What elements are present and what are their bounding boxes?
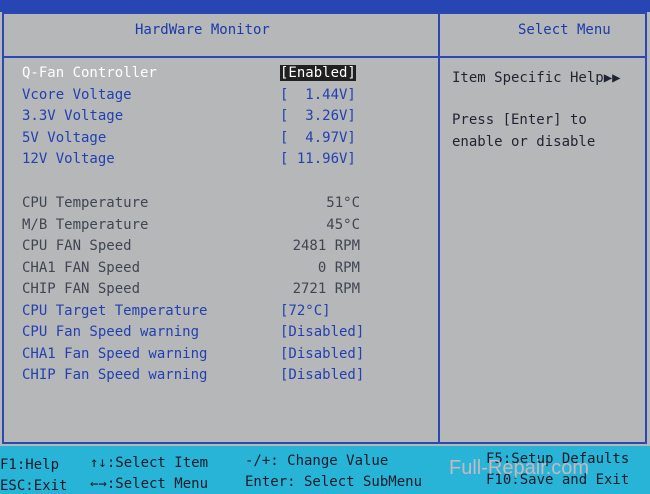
menu-item-label: 5V Voltage: [22, 130, 107, 146]
cpu-target-temp-value[interactable]: [72°C]: [280, 303, 331, 319]
reading-value: 51°C: [326, 195, 360, 211]
reading-chip-fan-speed: CHIP FAN Speed 2721 RPM: [0, 281, 438, 301]
vcore-value[interactable]: [ 1.44V]: [280, 87, 356, 103]
key-f1-help: F1:Help: [0, 457, 60, 473]
menu-item-vcore-voltage[interactable]: Vcore Voltage [ 1.44V]: [0, 87, 438, 107]
help-line-1: Press [Enter] to: [452, 112, 587, 128]
menu-item-qfan-controller[interactable]: Q-Fan Controller [Enabled]: [0, 65, 438, 85]
page-title: HardWare Monitor: [135, 22, 270, 38]
menu-item-label: CHA1 Fan Speed warning: [22, 346, 208, 362]
reading-cpu-fan-speed: CPU FAN Speed 2481 RPM: [0, 238, 438, 258]
help-panel-title: Select Menu: [518, 22, 611, 38]
key-select-submenu: Enter: Select SubMenu: [245, 474, 423, 490]
menu-item-label: Vcore Voltage: [22, 87, 132, 103]
menu-item-3v3-voltage[interactable]: 3.3V Voltage [ 3.26V]: [0, 108, 438, 128]
menu-item-label: CHIP Fan Speed warning: [22, 367, 208, 383]
menu-item-label: CPU Target Temperature: [22, 303, 208, 319]
3v3-value[interactable]: [ 3.26V]: [280, 108, 356, 124]
12v-value[interactable]: [ 11.96V]: [280, 151, 356, 167]
reading-value: 45°C: [326, 217, 360, 233]
menu-item-cpu-target-temperature[interactable]: CPU Target Temperature [72°C]: [0, 303, 438, 323]
reading-label: CPU Temperature: [22, 195, 149, 211]
reading-value: 2481 RPM: [292, 238, 360, 254]
header-divider-right: [440, 56, 647, 58]
key-change-value: -/+: Change Value: [245, 453, 389, 469]
menu-item-label: 3.3V Voltage: [22, 108, 124, 124]
menu-item-cha1-fan-warning[interactable]: CHA1 Fan Speed warning [Disabled]: [0, 346, 438, 366]
reading-value: 2721 RPM: [292, 281, 360, 297]
menu-item-12v-voltage[interactable]: 12V Voltage [ 11.96V]: [0, 151, 438, 171]
cpu-fan-warning-value[interactable]: [Disabled]: [280, 324, 364, 340]
reading-label: M/B Temperature: [22, 217, 149, 233]
help-title: Item Specific Help▶▶: [452, 70, 621, 86]
help-line-2: enable or disable: [452, 134, 596, 150]
panel-divider: [438, 12, 440, 444]
menu-item-cpu-fan-warning[interactable]: CPU Fan Speed warning [Disabled]: [0, 324, 438, 344]
top-bar: [0, 0, 650, 12]
reading-label: CPU FAN Speed: [22, 238, 132, 254]
key-select-menu: ←→:Select Menu: [90, 476, 209, 492]
reading-mb-temperature: M/B Temperature 45°C: [0, 217, 438, 237]
header-divider-left: [2, 56, 438, 58]
reading-value: 0 RPM: [317, 260, 360, 276]
chip-fan-warning-value[interactable]: [Disabled]: [280, 367, 364, 383]
menu-item-chip-fan-warning[interactable]: CHIP Fan Speed warning [Disabled]: [0, 367, 438, 387]
reading-label: CHA1 FAN Speed: [22, 260, 141, 276]
menu-item-5v-voltage[interactable]: 5V Voltage [ 4.97V]: [0, 130, 438, 150]
key-esc-exit: ESC:Exit: [0, 478, 68, 494]
menu-item-label: 12V Voltage: [22, 151, 115, 167]
5v-value[interactable]: [ 4.97V]: [280, 130, 356, 146]
reading-cpu-temperature: CPU Temperature 51°C: [0, 195, 438, 215]
reading-cha1-fan-speed: CHA1 FAN Speed 0 RPM: [0, 260, 438, 280]
qfan-value[interactable]: [Enabled]: [280, 65, 356, 81]
qfan-selected-value[interactable]: [Enabled]: [280, 65, 356, 81]
menu-item-label: Q-Fan Controller: [22, 65, 157, 81]
key-select-item: ↑↓:Select Item: [90, 455, 209, 471]
cha1-fan-warning-value[interactable]: [Disabled]: [280, 346, 364, 362]
reading-label: CHIP FAN Speed: [22, 281, 141, 297]
watermark: Full-Repair.com: [449, 457, 590, 479]
menu-item-label: CPU Fan Speed warning: [22, 324, 200, 340]
